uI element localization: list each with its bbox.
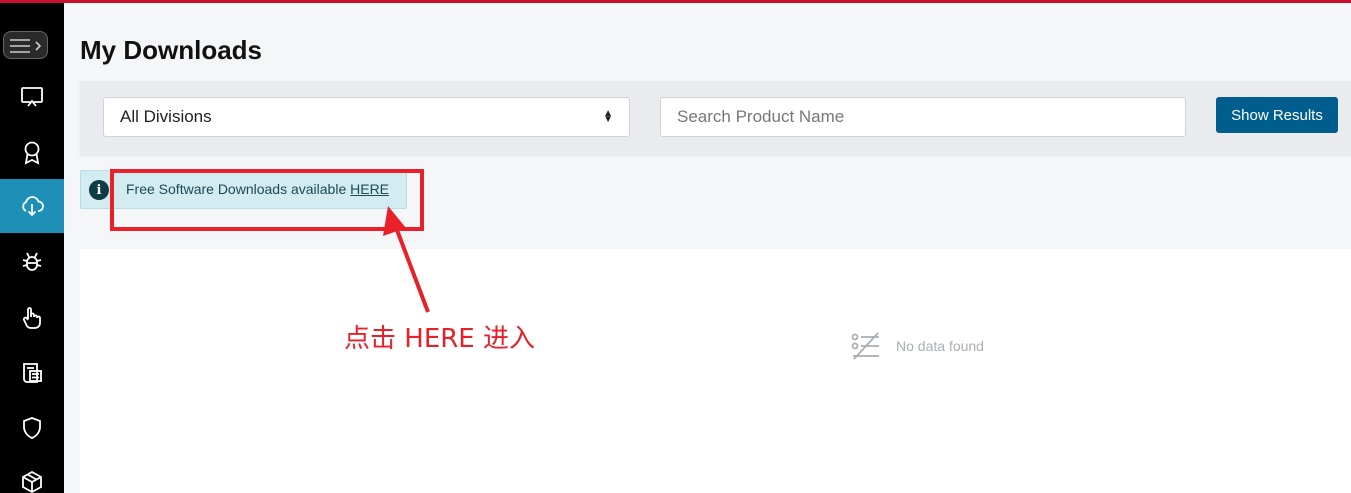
show-results-button[interactable]: Show Results — [1216, 97, 1338, 133]
sidebar-item-downloads[interactable] — [0, 179, 64, 233]
sidebar-item-security[interactable] — [0, 401, 64, 455]
no-data-icon — [851, 332, 879, 360]
info-banner: i Free Software Downloads available HERE — [80, 170, 407, 209]
filter-bar: All Divisions ▲▼ Show Results — [80, 81, 1351, 155]
award-icon — [24, 141, 40, 165]
sidebar-item-documents[interactable] — [0, 346, 64, 400]
sidebar-item-bug[interactable] — [0, 235, 64, 289]
free-downloads-here-link[interactable]: HERE — [350, 181, 389, 197]
main-content: My Downloads All Divisions ▲▼ Show Resul… — [64, 3, 1351, 493]
division-select[interactable]: All Divisions ▲ ▼ — [103, 97, 630, 137]
document-list-icon — [23, 363, 42, 383]
hand-pointer-icon — [22, 307, 41, 329]
menu-icon — [10, 39, 42, 53]
sidebar-item-pointer[interactable] — [0, 291, 64, 345]
results-panel: No data found — [80, 249, 1351, 493]
sidebar-item-monitor[interactable] — [0, 70, 64, 124]
package-icon — [22, 470, 42, 493]
empty-state-text: No data found — [896, 338, 984, 354]
page-title: My Downloads — [80, 35, 263, 65]
annotation-label: 点击 HERE 进入 — [344, 324, 536, 354]
cloud-download-icon — [22, 196, 44, 217]
bug-icon — [22, 252, 42, 271]
banner-text: Free Software Downloads available HERE — [126, 181, 389, 197]
shield-icon — [23, 417, 41, 439]
info-icon: i — [89, 180, 109, 200]
sidebar-item-packages[interactable] — [0, 455, 64, 493]
empty-state: No data found — [850, 331, 984, 361]
select-arrows-icon: ▲ ▼ — [603, 108, 613, 125]
product-search-input[interactable] — [660, 97, 1186, 137]
monitor-icon — [21, 87, 43, 107]
sidebar-item-award[interactable] — [0, 125, 64, 179]
division-select-value: All Divisions — [120, 107, 212, 126]
sidebar — [0, 3, 64, 493]
sidebar-toggle-button[interactable] — [3, 31, 48, 59]
banner-message: Free Software Downloads available — [126, 181, 351, 197]
